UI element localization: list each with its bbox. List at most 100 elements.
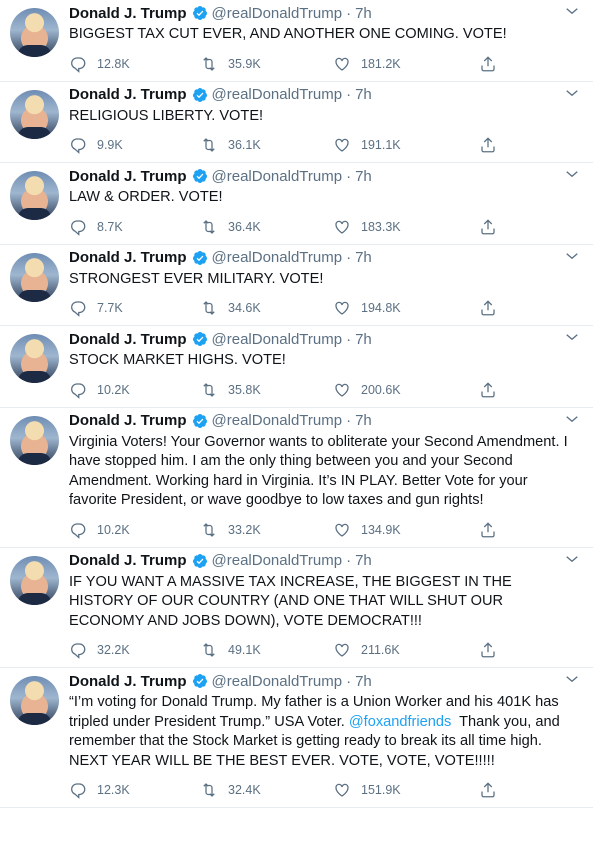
share-button[interactable] xyxy=(479,218,497,236)
tweet-body: LAW & ORDER. VOTE! xyxy=(69,189,223,205)
author-name[interactable]: Donald J. Trump xyxy=(69,673,187,690)
reply-button[interactable]: 32.2K xyxy=(69,641,200,659)
author-handle[interactable]: @realDonaldTrump xyxy=(212,552,343,569)
like-button[interactable]: 134.9K xyxy=(333,521,479,539)
share-button[interactable] xyxy=(479,136,497,154)
tweet-body: BIGGEST TAX CUT EVER, AND ANOTHER ONE CO… xyxy=(69,26,507,42)
chevron-down-icon[interactable] xyxy=(563,670,581,688)
tweet-actions: 12.8K 35.9K 181.2K xyxy=(69,47,581,81)
retweet-button[interactable]: 35.9K xyxy=(200,55,333,73)
reply-button[interactable]: 12.3K xyxy=(69,781,200,799)
retweet-button[interactable]: 34.6K xyxy=(200,299,333,317)
separator-dot: · xyxy=(346,4,352,22)
chevron-down-icon[interactable] xyxy=(563,165,581,183)
avatar[interactable] xyxy=(10,334,59,383)
reply-button[interactable]: 10.2K xyxy=(69,521,200,539)
tweet[interactable]: Donald J. Trump @realDonaldTrump · 7h ST… xyxy=(0,326,593,408)
tweet[interactable]: Donald J. Trump @realDonaldTrump · 7h IF… xyxy=(0,548,593,668)
like-button[interactable]: 151.9K xyxy=(333,781,479,799)
tweet[interactable]: Donald J. Trump @realDonaldTrump · 7h RE… xyxy=(0,82,593,163)
tweet[interactable]: Donald J. Trump @realDonaldTrump · 7h Vi… xyxy=(0,408,593,548)
avatar[interactable] xyxy=(10,252,59,302)
like-button[interactable]: 191.1K xyxy=(333,136,479,154)
author-handle[interactable]: @realDonaldTrump xyxy=(212,331,343,348)
reply-button[interactable]: 8.7K xyxy=(69,218,200,236)
timestamp[interactable]: 7h xyxy=(355,5,372,22)
avatar[interactable] xyxy=(10,555,59,605)
retweet-button[interactable]: 36.1K xyxy=(200,136,333,154)
share-button[interactable] xyxy=(479,521,497,539)
verified-badge-icon xyxy=(192,6,207,20)
like-button[interactable]: 194.8K xyxy=(333,299,479,317)
separator-dot: · xyxy=(346,672,352,690)
author-name[interactable]: Donald J. Trump xyxy=(69,168,187,185)
reply-count: 32.2K xyxy=(97,643,130,657)
avatar[interactable] xyxy=(10,676,59,725)
reply-button[interactable]: 12.8K xyxy=(69,55,200,73)
tweet[interactable]: Donald J. Trump @realDonaldTrump · 7h ST… xyxy=(0,245,593,326)
author-handle[interactable]: @realDonaldTrump xyxy=(212,249,343,266)
share-button[interactable] xyxy=(479,641,497,659)
tweet[interactable]: Donald J. Trump @realDonaldTrump · 7h LA… xyxy=(0,163,593,245)
timestamp[interactable]: 7h xyxy=(355,412,372,429)
share-button[interactable] xyxy=(479,55,497,73)
mention-link[interactable]: @foxandfriends xyxy=(349,714,451,730)
like-button[interactable]: 183.3K xyxy=(333,218,479,236)
tweet-text: BIGGEST TAX CUT EVER, AND ANOTHER ONE CO… xyxy=(69,25,581,45)
retweet-button[interactable]: 35.8K xyxy=(200,381,333,399)
author-name[interactable]: Donald J. Trump xyxy=(69,552,187,569)
reply-icon xyxy=(71,301,86,317)
timestamp[interactable]: 7h xyxy=(355,249,372,266)
share-button[interactable] xyxy=(479,781,497,799)
author-name[interactable]: Donald J. Trump xyxy=(69,5,187,22)
author-name[interactable]: Donald J. Trump xyxy=(69,249,187,266)
author-name[interactable]: Donald J. Trump xyxy=(69,412,187,429)
avatar[interactable] xyxy=(10,171,59,220)
tweet[interactable]: Donald J. Trump @realDonaldTrump · 7h BI… xyxy=(0,0,593,82)
chevron-down-icon[interactable] xyxy=(563,2,581,20)
author-name[interactable]: Donald J. Trump xyxy=(69,86,187,103)
retweet-count: 34.6K xyxy=(228,301,261,315)
tweet-text: LAW & ORDER. VOTE! xyxy=(69,188,581,208)
author-handle[interactable]: @realDonaldTrump xyxy=(212,412,343,429)
like-button[interactable]: 211.6K xyxy=(333,641,479,659)
timestamp[interactable]: 7h xyxy=(355,331,372,348)
timestamp[interactable]: 7h xyxy=(355,86,372,103)
share-button[interactable] xyxy=(479,381,497,399)
chevron-down-icon[interactable] xyxy=(563,247,581,265)
timestamp[interactable]: 7h xyxy=(355,168,372,185)
tweet-body: RELIGIOUS LIBERTY. VOTE! xyxy=(69,107,264,124)
author-handle[interactable]: @realDonaldTrump xyxy=(212,5,343,22)
tweet-header: Donald J. Trump @realDonaldTrump · 7h xyxy=(69,84,581,106)
tweet-actions: 12.3K 32.4K 151.9K xyxy=(69,773,581,807)
author-handle[interactable]: @realDonaldTrump xyxy=(212,168,343,185)
author-handle[interactable]: @realDonaldTrump xyxy=(212,673,343,690)
reply-button[interactable]: 10.2K xyxy=(69,381,200,399)
chevron-down-icon[interactable] xyxy=(563,410,581,428)
share-icon xyxy=(481,218,495,234)
retweet-icon xyxy=(203,138,215,152)
retweet-button[interactable]: 33.2K xyxy=(200,521,333,539)
timestamp[interactable]: 7h xyxy=(355,552,372,569)
chevron-down-icon[interactable] xyxy=(563,328,581,346)
share-button[interactable] xyxy=(479,299,497,317)
reply-button[interactable]: 7.7K xyxy=(69,299,200,317)
retweet-button[interactable]: 49.1K xyxy=(200,641,333,659)
avatar[interactable] xyxy=(10,415,59,465)
retweet-count: 32.4K xyxy=(228,783,261,797)
avatar[interactable] xyxy=(10,89,59,139)
chevron-down-icon[interactable] xyxy=(563,550,581,568)
like-button[interactable]: 181.2K xyxy=(333,55,479,73)
like-button[interactable]: 200.6K xyxy=(333,381,479,399)
tweet[interactable]: Donald J. Trump @realDonaldTrump · 7h “I… xyxy=(0,668,593,808)
retweet-button[interactable]: 32.4K xyxy=(200,781,333,799)
author-name[interactable]: Donald J. Trump xyxy=(69,331,187,348)
author-handle[interactable]: @realDonaldTrump xyxy=(212,86,343,103)
avatar[interactable] xyxy=(10,8,59,57)
timestamp[interactable]: 7h xyxy=(355,673,372,690)
tweet-text: RELIGIOUS LIBERTY. VOTE! xyxy=(69,107,581,127)
chevron-down-icon[interactable] xyxy=(563,84,581,102)
reply-button[interactable]: 9.9K xyxy=(69,136,200,154)
retweet-button[interactable]: 36.4K xyxy=(200,218,333,236)
reply-count: 8.7K xyxy=(97,219,123,234)
